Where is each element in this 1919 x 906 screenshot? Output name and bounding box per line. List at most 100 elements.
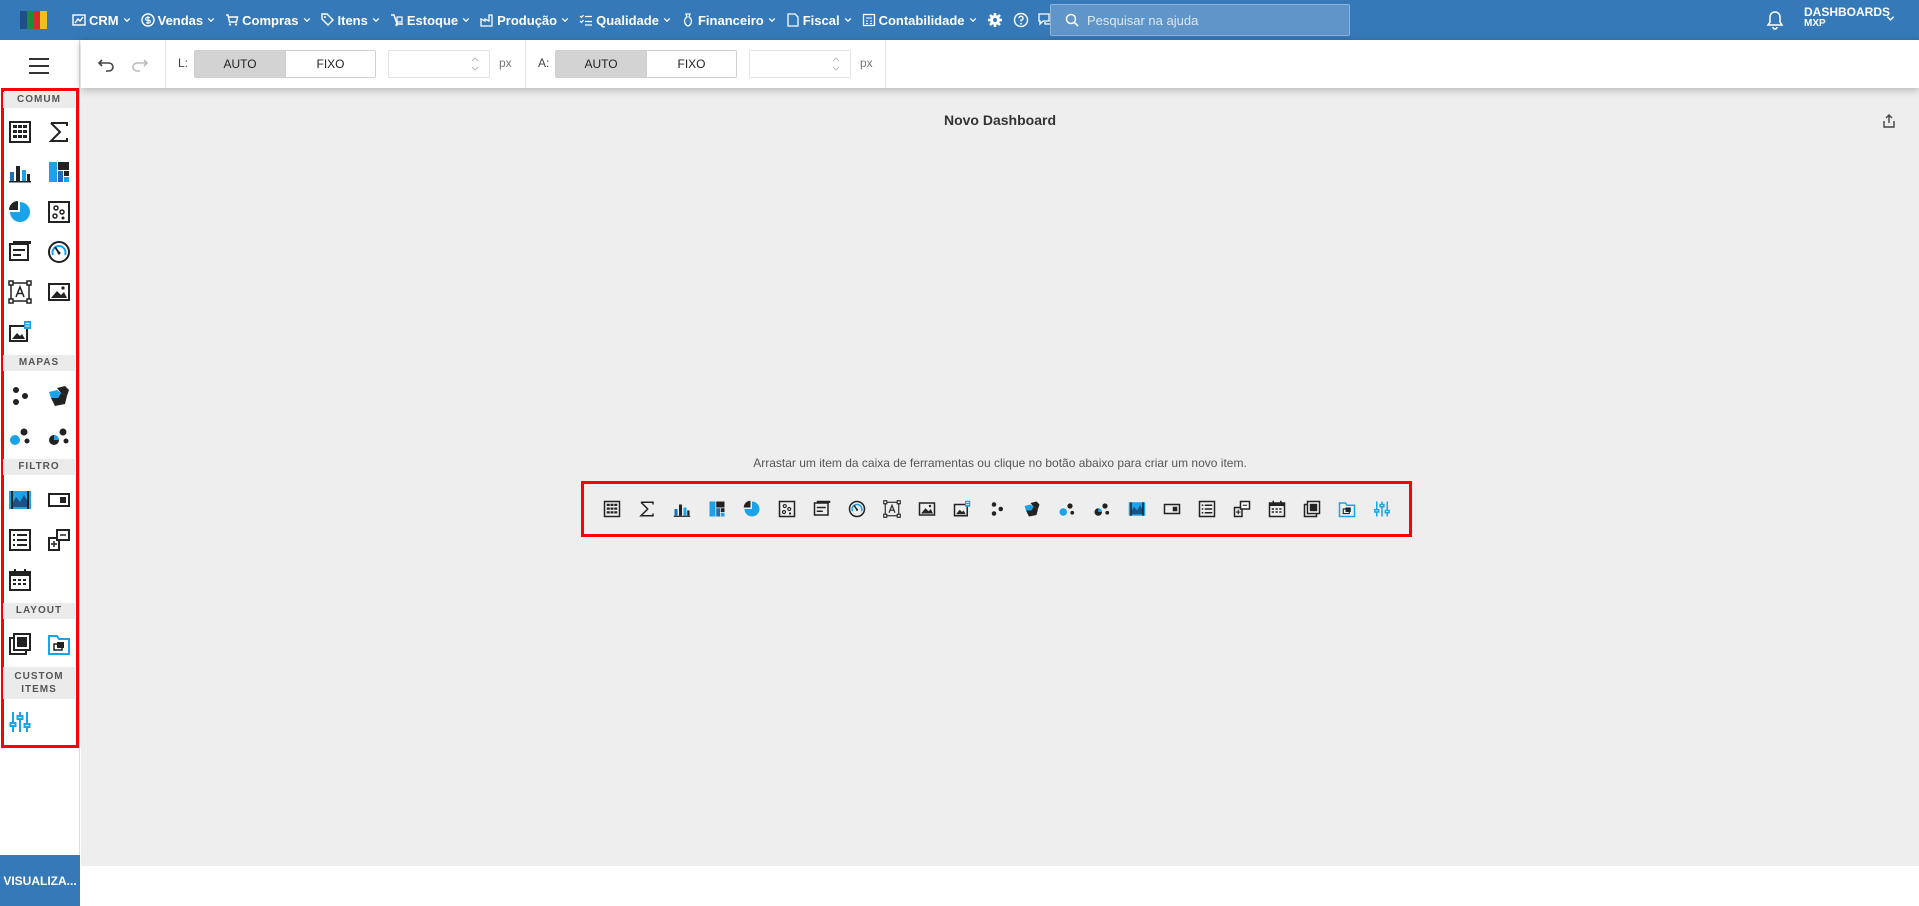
toolbox-geo-point-map[interactable] xyxy=(6,382,34,410)
height-input[interactable] xyxy=(749,50,851,78)
calendar-icon xyxy=(8,568,32,592)
export-icon[interactable] xyxy=(1881,113,1897,129)
menu-contabilidade[interactable]: Contabilidade xyxy=(857,0,982,40)
toolbox-bubble-map[interactable] xyxy=(6,422,34,450)
add-image-button[interactable] xyxy=(909,494,944,524)
add-range-filter-button[interactable] xyxy=(1119,494,1154,524)
redo-icon[interactable] xyxy=(129,54,149,74)
toolbox-custom-item[interactable] xyxy=(6,708,34,736)
add-tree-view-button[interactable] xyxy=(1224,494,1259,524)
toolbox-list-box[interactable] xyxy=(6,526,34,554)
toolbox-pie[interactable] xyxy=(6,198,34,226)
grid-icon xyxy=(8,120,32,144)
gauge-icon xyxy=(848,500,866,518)
add-pie-map-button[interactable] xyxy=(1084,494,1119,524)
image-icon xyxy=(918,500,936,518)
add-bound-image-button[interactable] xyxy=(944,494,979,524)
toolbox-treemap[interactable] xyxy=(45,158,73,186)
menu-financeiro[interactable]: Financeiro xyxy=(676,0,781,40)
settings-button[interactable] xyxy=(982,0,1008,40)
add-gauge-button[interactable] xyxy=(839,494,874,524)
height-fixed-button[interactable]: FIXO xyxy=(646,51,736,77)
width-fixed-button[interactable]: FIXO xyxy=(285,51,375,77)
add-combo-box-button[interactable] xyxy=(1154,494,1189,524)
bell-icon[interactable] xyxy=(1765,10,1785,30)
add-group-button[interactable] xyxy=(1294,494,1329,524)
pie-chart-icon xyxy=(743,500,761,518)
tags-icon xyxy=(320,13,334,26)
menu-producao-label: Produção xyxy=(497,12,558,28)
width-mode-toggle: AUTO FIXO xyxy=(194,50,376,78)
toolbox-group[interactable] xyxy=(6,630,34,658)
add-textbox-button[interactable] xyxy=(874,494,909,524)
toolbox-bound-image[interactable] xyxy=(6,318,34,346)
width-label: L: xyxy=(178,56,189,70)
toolbar-separator xyxy=(525,40,526,88)
toolbox-scatter[interactable] xyxy=(45,198,73,226)
cards-icon xyxy=(813,500,831,518)
app-logo[interactable] xyxy=(20,11,47,29)
scatter-icon xyxy=(778,500,796,518)
bound-image-icon xyxy=(953,500,971,518)
width-input[interactable] xyxy=(388,50,490,78)
toolbox-textbox[interactable] xyxy=(6,278,34,306)
section-filtro: FILTRO xyxy=(3,459,75,475)
question-icon xyxy=(1013,12,1028,28)
menu-fiscal[interactable]: Fiscal xyxy=(781,0,857,40)
add-custom-item-button[interactable] xyxy=(1364,494,1399,524)
toolbox-cards[interactable] xyxy=(6,238,34,266)
height-auto-button[interactable]: AUTO xyxy=(556,51,646,77)
width-unit: px xyxy=(499,56,512,70)
visualize-button[interactable]: VISUALIZA... xyxy=(0,855,80,906)
menu-contabilidade-label: Contabilidade xyxy=(878,12,965,28)
toolbox-bar-chart[interactable] xyxy=(6,158,34,186)
add-card-button[interactable] xyxy=(629,494,664,524)
toolbox-pie-map[interactable] xyxy=(45,422,73,450)
menu-estoque[interactable]: Estoque xyxy=(385,0,475,40)
menu-vendas[interactable]: Vendas xyxy=(136,0,221,40)
add-treemap-button[interactable] xyxy=(699,494,734,524)
spinner-icon[interactable] xyxy=(471,55,479,73)
hamburger-menu-icon[interactable] xyxy=(28,57,50,75)
toolbox-gauge[interactable] xyxy=(45,238,73,266)
toolbox-choropleth-map[interactable] xyxy=(45,382,73,410)
pie-map-icon xyxy=(1093,500,1111,518)
add-tab-container-button[interactable] xyxy=(1329,494,1364,524)
user-menu[interactable]: DASHBOARDS MXP xyxy=(1804,6,1890,30)
menu-producao[interactable]: Produção xyxy=(475,0,574,40)
width-auto-button[interactable]: AUTO xyxy=(195,51,285,77)
add-list-box-button[interactable] xyxy=(1189,494,1224,524)
add-scatter-button[interactable] xyxy=(769,494,804,524)
toolbox-range-filter[interactable] xyxy=(6,486,34,514)
add-cards-button[interactable] xyxy=(804,494,839,524)
list-check-icon xyxy=(579,14,593,26)
toolbox-tree-view[interactable] xyxy=(45,526,73,554)
toolbox-tab-container[interactable] xyxy=(45,630,73,658)
toolbox-grid[interactable] xyxy=(6,118,34,146)
help-button[interactable] xyxy=(1008,0,1034,40)
add-date-filter-button[interactable] xyxy=(1259,494,1294,524)
cards-icon xyxy=(8,240,32,264)
add-bar-chart-button[interactable] xyxy=(664,494,699,524)
menu-qualidade[interactable]: Qualidade xyxy=(574,0,676,40)
height-value-field[interactable] xyxy=(750,51,830,77)
menu-crm[interactable]: CRM xyxy=(67,0,136,40)
toolbox-date-filter[interactable] xyxy=(6,566,34,594)
toolbox-combo-box[interactable] xyxy=(45,486,73,514)
add-grid-button[interactable] xyxy=(594,494,629,524)
menu-itens[interactable]: Itens xyxy=(316,0,385,40)
undo-icon[interactable] xyxy=(97,54,117,74)
width-value-field[interactable] xyxy=(389,51,469,77)
toolbox-card[interactable] xyxy=(45,118,73,146)
add-geo-point-map-button[interactable] xyxy=(979,494,1014,524)
spinner-icon[interactable] xyxy=(832,55,840,73)
add-pie-button[interactable] xyxy=(734,494,769,524)
help-search-input[interactable] xyxy=(1087,12,1347,28)
pie-map-icon xyxy=(47,424,71,448)
section-custom-items-line2: ITEMS xyxy=(21,684,57,695)
add-bubble-map-button[interactable] xyxy=(1049,494,1084,524)
dashboard-title[interactable]: Novo Dashboard xyxy=(81,112,1919,128)
menu-compras[interactable]: Compras xyxy=(220,0,315,40)
toolbox-image[interactable] xyxy=(45,278,73,306)
add-choropleth-map-button[interactable] xyxy=(1014,494,1049,524)
